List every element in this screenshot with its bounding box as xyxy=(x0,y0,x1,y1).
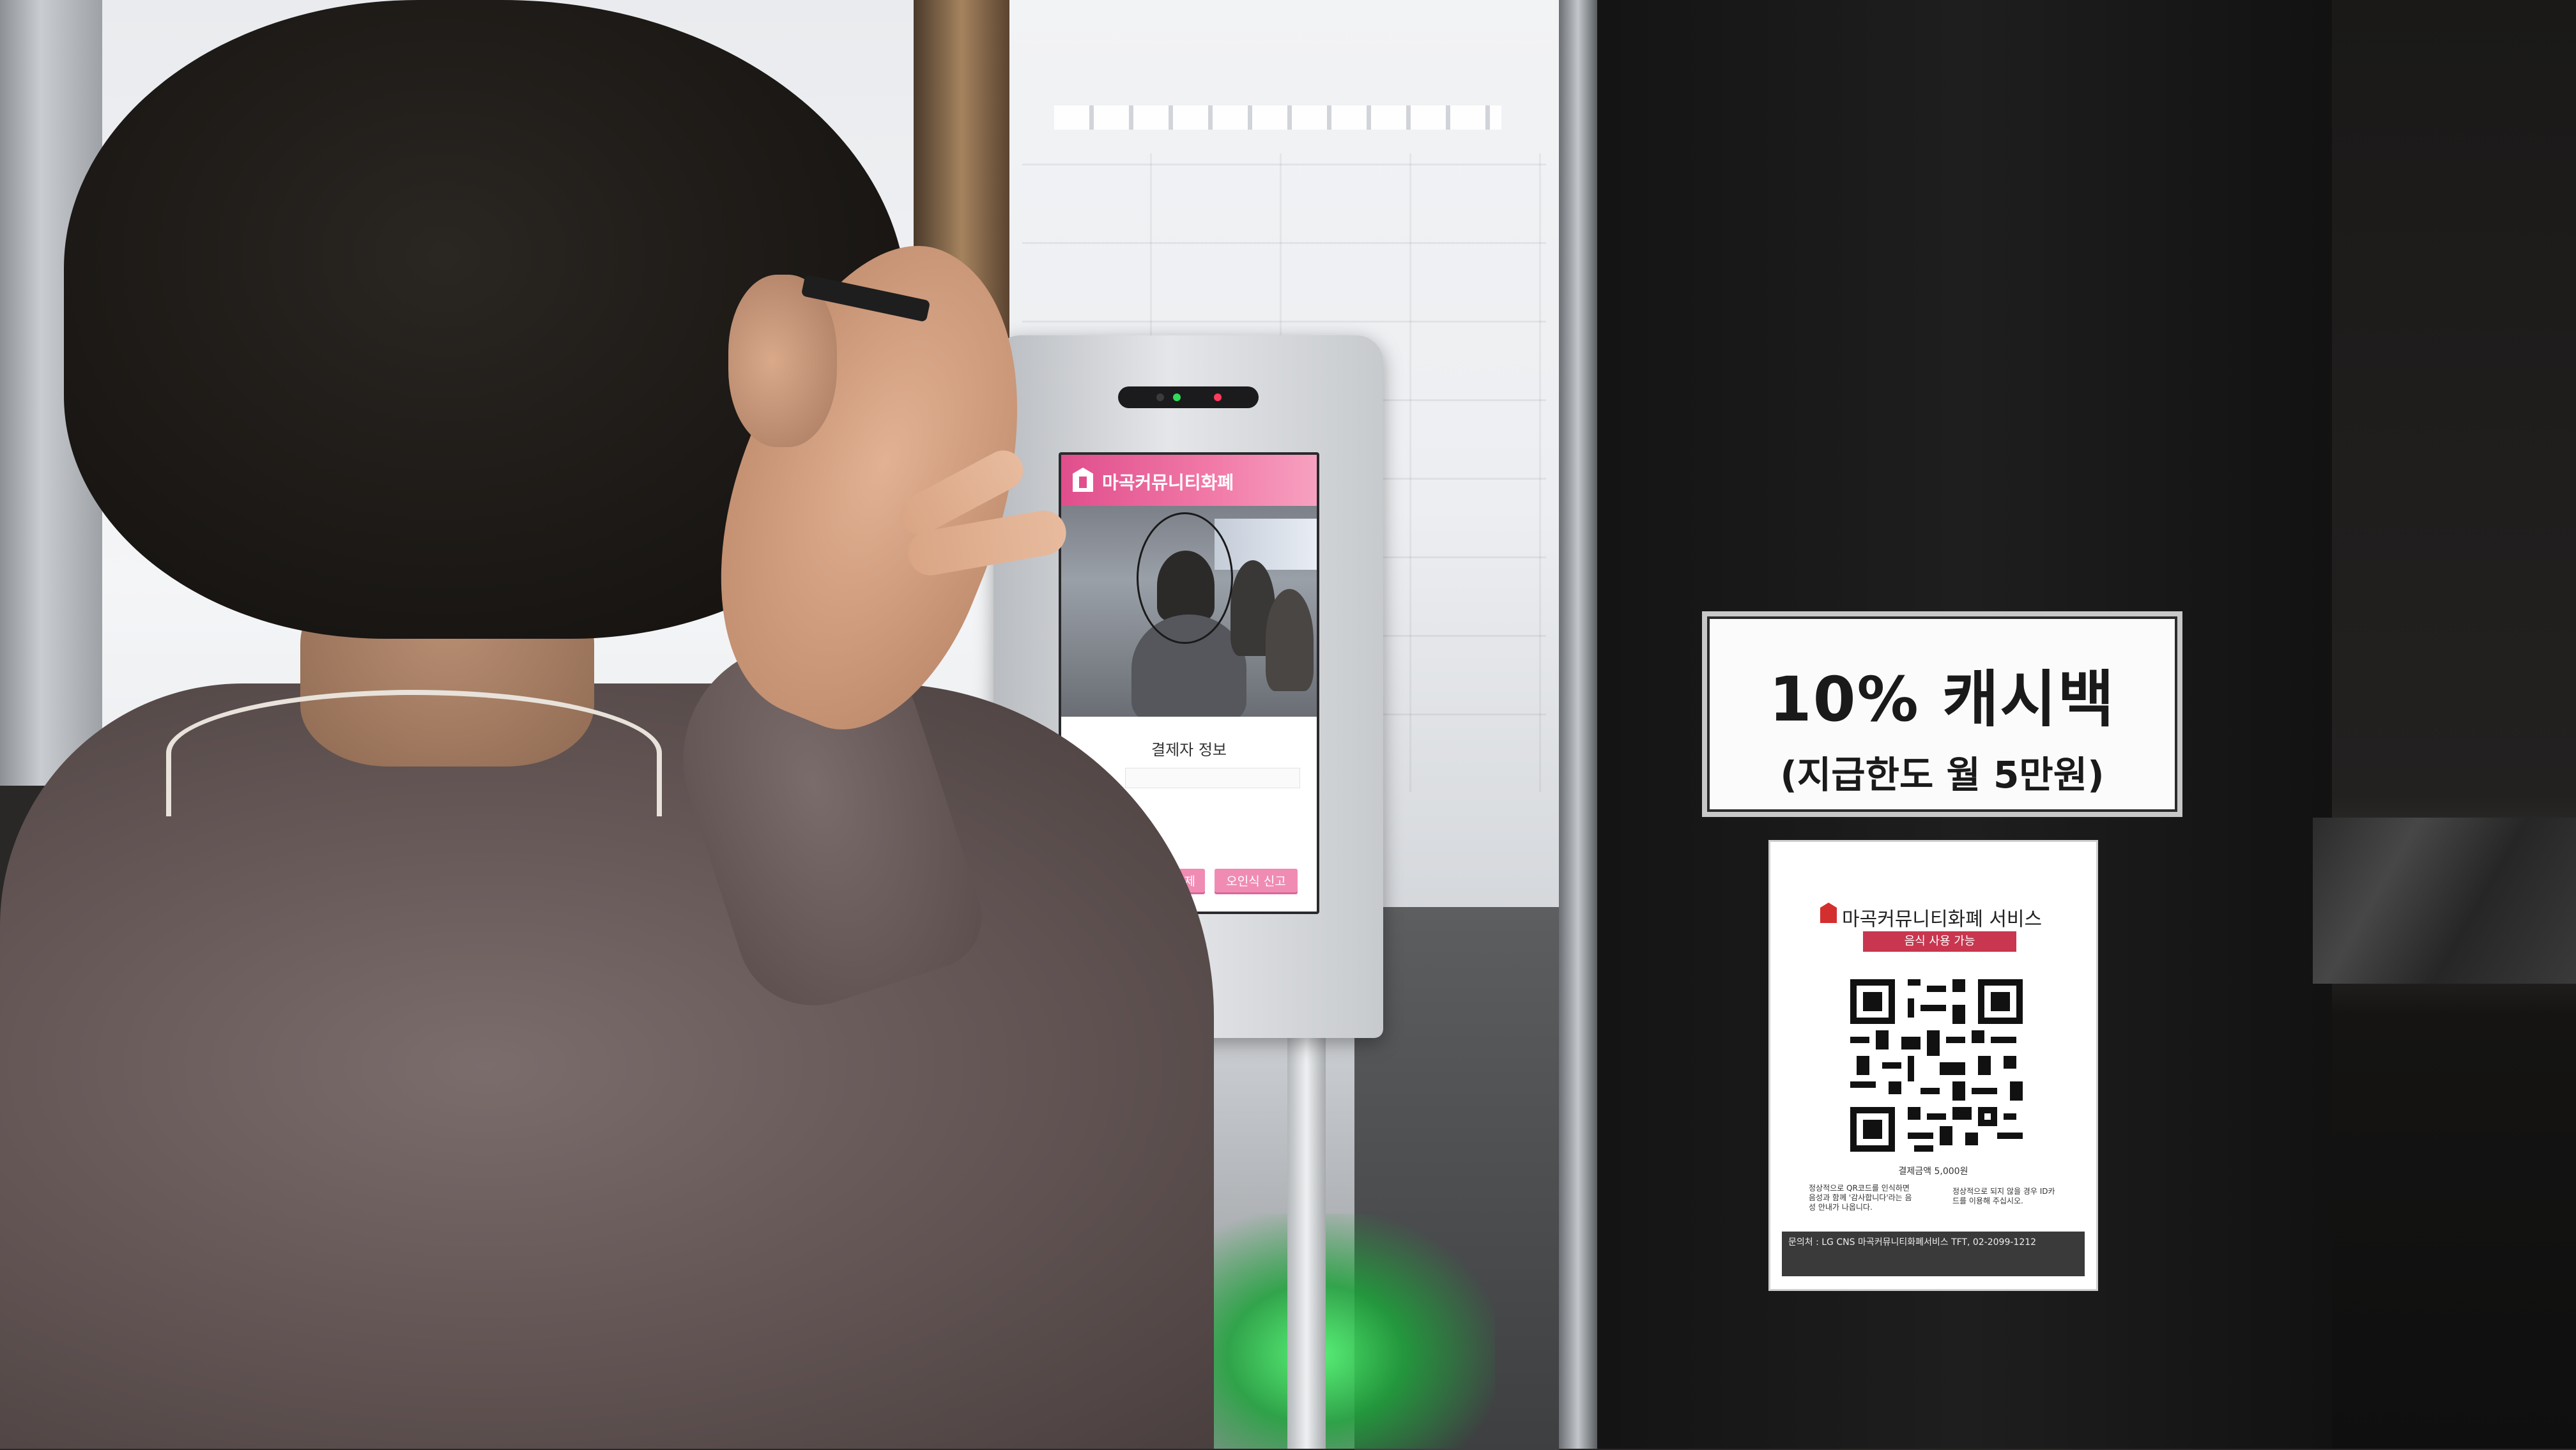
cashback-headline: 10% 캐시백 xyxy=(1768,664,2116,735)
status-led-green-icon xyxy=(1173,393,1181,401)
camera-bystander xyxy=(1266,589,1314,691)
contact-info: 문의처 : LG CNS 마곡커뮤니티화폐서비스 TFT, 02-2099-12… xyxy=(1788,1237,2037,1248)
payment-amount: 결제금액 5,000원 xyxy=(1898,1166,1968,1177)
poster-logo-icon xyxy=(1820,903,1837,923)
poster-ribbon: 음식 사용 가능 xyxy=(1863,931,2016,952)
face-camera-view xyxy=(1061,506,1317,717)
misrecognition-report-button[interactable]: 오인식 신고 xyxy=(1215,869,1298,894)
camera-lens-icon xyxy=(1156,393,1164,401)
poster-note-right: 정상적으로 되지 않을 경우 ID카드를 이용해 주십시오. xyxy=(1952,1187,2055,1205)
poster-title: 마곡커뮤니티화폐 서비스 xyxy=(1842,908,2043,931)
app-logo-icon xyxy=(1073,468,1093,492)
name-field[interactable] xyxy=(1125,768,1300,788)
earphone-wire xyxy=(166,690,662,816)
app-title: 마곡커뮤니티화폐 xyxy=(1102,472,1234,493)
person-ear xyxy=(728,275,837,447)
ceiling-light xyxy=(1054,105,1501,130)
payer-info-title: 결제자 정보 xyxy=(1151,741,1227,759)
cashback-sign: 10% 캐시백 (지급한도 월 5만원) xyxy=(1702,611,2182,817)
kiosk-stand xyxy=(1287,1035,1326,1449)
qr-payment-poster: 마곡커뮤니티화폐 서비스 음식 사용 가능 결제금액 5,000원 정상적으로 … xyxy=(1768,840,2098,1291)
right-wall xyxy=(2332,0,2576,1449)
poster-footer: 문의처 : LG CNS 마곡커뮤니티화폐서비스 TFT, 02-2099-12… xyxy=(1782,1232,2085,1276)
app-header: 마곡커뮤니티화폐 xyxy=(1061,455,1317,506)
steel-pillar xyxy=(1559,0,1597,1449)
qr-code-icon[interactable] xyxy=(1850,979,2023,1152)
cashback-limit: (지급한도 월 5만원) xyxy=(1780,753,2104,797)
status-led-red-icon xyxy=(1214,393,1222,401)
face-guide-outline xyxy=(1137,512,1233,644)
marble-shelf xyxy=(2313,818,2576,984)
camera-sensor-bar xyxy=(1118,386,1259,408)
poster-note-left: 정상적으로 QR코드를 인식하면 음성과 함께 '감사합니다'라는 음성 안내가… xyxy=(1809,1184,1912,1212)
